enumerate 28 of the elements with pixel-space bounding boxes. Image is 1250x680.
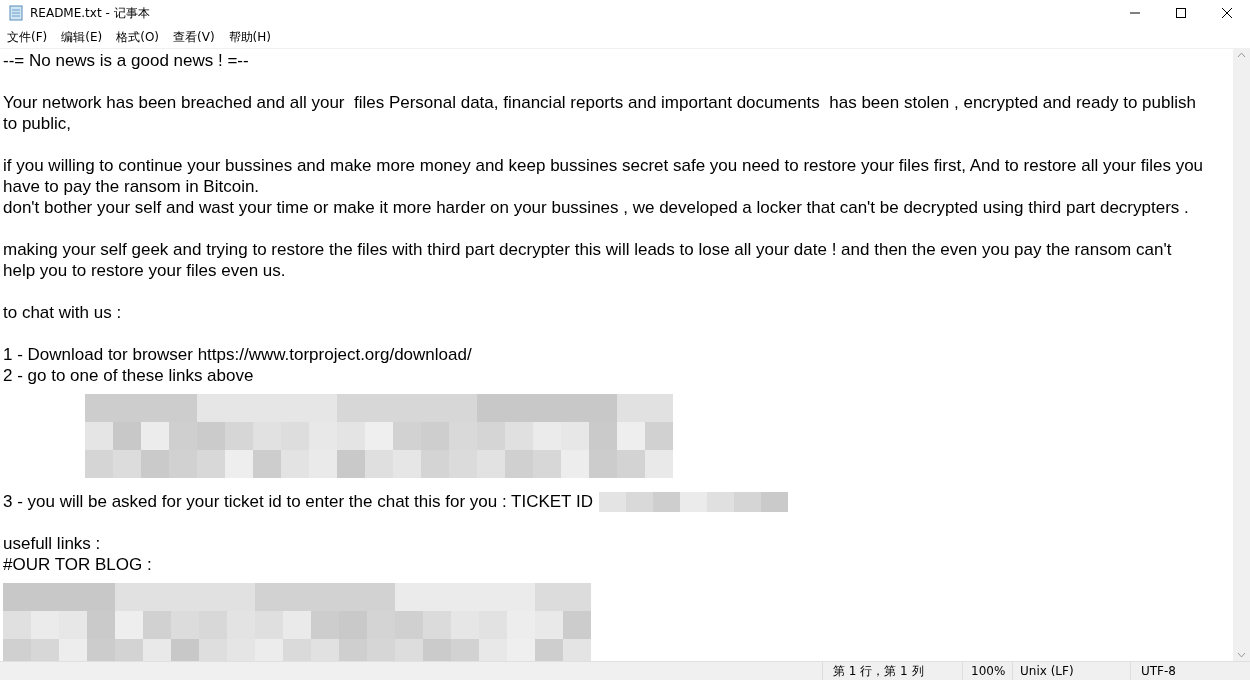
text-line: if you willing to continue your bussines and make more money and keep bussines secret safe you need to restore your files first, And to restore all your files you [3, 155, 1204, 176]
vertical-scrollbar[interactable] [1233, 49, 1250, 661]
maximize-icon [1176, 8, 1186, 18]
menu-item[interactable]: 文件(F) [1, 28, 54, 46]
text-line: 2 - go to one of these links above [3, 365, 254, 386]
text-line: 1 - Download tor browser https://www.torproject.org/download/ [3, 344, 472, 365]
text-line: 3 - you will be asked for your ticket id to enter the chat this for you : TICKET ID [3, 491, 593, 512]
zoom-level: 100% [971, 664, 1006, 678]
notepad-icon [8, 5, 24, 21]
text-line: don't bother your self and wast your time or make it more harder on your bussines , we developed a locker that can't be decrypted using third part decrypters . [3, 197, 1189, 218]
menu-item[interactable]: 帮助(H) [222, 28, 277, 46]
close-icon [1222, 8, 1232, 18]
text-line: --= No news is a good news ! =-- [3, 50, 249, 71]
menu-item[interactable]: 编辑(E) [55, 28, 109, 46]
text-line: Your network has been breached and all your files Personal data, financial reports and important documents has been stolen , encrypted and ready to publish [3, 92, 1196, 113]
text-line: usefull links : [3, 533, 101, 554]
cursor-position: 第 1 行，第 1 列 [833, 662, 924, 680]
text-line: making your self geek and trying to restore the files with third part decrypter this will leads to lose all your date ! and then the even you pay the ransom can't [3, 239, 1172, 260]
text-line: #OUR TOR BLOG : [3, 554, 152, 575]
menu-item[interactable]: 格式(O) [110, 28, 166, 46]
line-ending: Unix (LF) [1020, 664, 1074, 678]
menu-item[interactable]: 查看(V) [167, 28, 221, 46]
text-line: help you to restore your files even us. [3, 260, 286, 281]
encoding: UTF-8 [1141, 664, 1176, 678]
text-line: have to pay the ransom in Bitcoin. [3, 176, 260, 197]
window-title: README.txt - 记事本 [30, 4, 150, 22]
text-line: to public, [3, 113, 72, 134]
text-line: to chat with us : [3, 302, 122, 323]
